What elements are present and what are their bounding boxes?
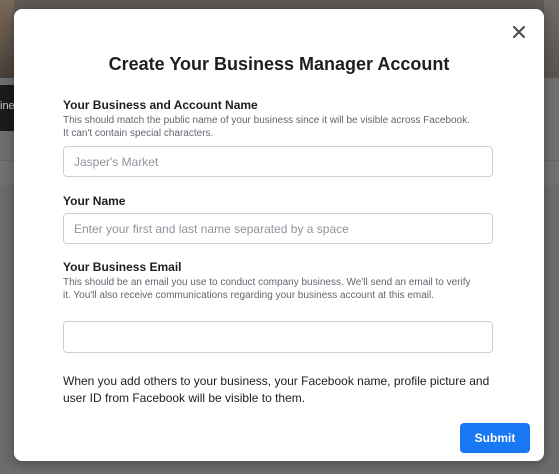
submit-button[interactable]: Submit — [460, 423, 530, 453]
close-button[interactable] — [510, 23, 528, 41]
business-name-help: This should match the public name of you… — [63, 115, 470, 139]
business-email-help: This should be an email you use to condu… — [63, 277, 471, 301]
business-name-label: Your Business and Account Name — [63, 98, 258, 112]
your-name-label: Your Name — [63, 194, 126, 208]
background-fragment-text: ine — [0, 100, 14, 112]
business-email-label: Your Business Email — [63, 260, 182, 274]
your-name-input[interactable] — [63, 213, 493, 244]
background-photo-right — [544, 0, 559, 78]
background-photo-left — [0, 0, 14, 78]
dialog-title: Create Your Business Manager Account — [108, 54, 450, 74]
business-name-input[interactable] — [63, 146, 493, 177]
close-icon — [513, 26, 525, 38]
create-business-manager-dialog: Create Your Business Manager Account You… — [14, 9, 544, 461]
business-email-input[interactable] — [63, 321, 493, 353]
privacy-notice: When you add others to your business, yo… — [63, 374, 490, 405]
